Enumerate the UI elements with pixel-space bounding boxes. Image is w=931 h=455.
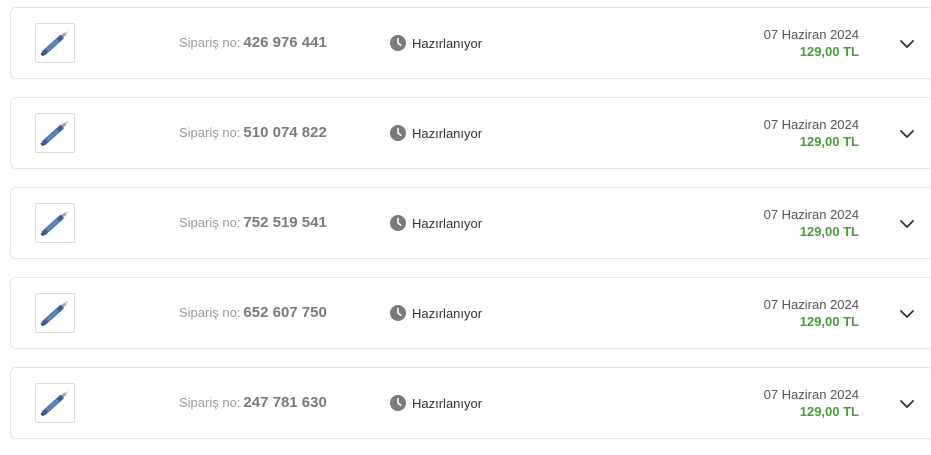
order-status: Hazırlanıyor	[390, 34, 482, 52]
order-number-label: Sipariş no:	[179, 215, 241, 230]
product-thumbnail[interactable]	[35, 113, 75, 153]
status-text: Hazırlanıyor	[412, 125, 483, 141]
status-text: Hazırlanıyor	[412, 215, 483, 231]
order-number-value: 510 074 822	[243, 124, 327, 141]
chevron-down-icon[interactable]	[898, 35, 916, 53]
order-date: 07 Haziran 2024	[763, 297, 859, 312]
clock-icon	[390, 395, 406, 411]
order-number: Sipariş no: 752 519 541	[179, 213, 327, 233]
status-text: Hazırlanıyor	[412, 395, 483, 411]
clock-icon	[390, 35, 406, 51]
chevron-down-icon[interactable]	[898, 215, 916, 233]
order-card[interactable]: Sipariş no: 752 519 541 Hazırlanıyor 07 H…	[10, 187, 931, 259]
order-price: 129,00 TL	[799, 44, 859, 59]
order-date: 07 Haziran 2024	[763, 207, 859, 222]
product-thumbnail[interactable]	[35, 383, 75, 423]
chevron-down-icon[interactable]	[898, 125, 916, 143]
order-status: Hazırlanıyor	[390, 394, 482, 412]
order-card[interactable]: Sipariş no: 247 781 630 Hazırlanıyor 07 H…	[10, 367, 931, 439]
order-price: 129,00 TL	[799, 224, 859, 239]
order-price: 129,00 TL	[799, 134, 859, 149]
order-card[interactable]: Sipariş no: 426 976 441 Hazırlanıyor 07 H…	[10, 7, 931, 79]
order-number-label: Sipariş no:	[179, 305, 241, 320]
product-thumbnail[interactable]	[35, 203, 75, 243]
order-number-value: 426 976 441	[243, 34, 327, 51]
clock-icon	[390, 305, 406, 321]
order-date-price: 07 Haziran 2024 129,00 TL	[764, 206, 859, 240]
order-number-value: 652 607 750	[243, 304, 327, 321]
order-number-label: Sipariş no:	[179, 35, 241, 50]
status-text: Hazırlanıyor	[412, 305, 483, 321]
order-date: 07 Haziran 2024	[763, 387, 859, 402]
order-date: 07 Haziran 2024	[763, 117, 859, 132]
order-status: Hazırlanıyor	[390, 214, 482, 232]
order-date: 07 Haziran 2024	[763, 27, 859, 42]
order-number-label: Sipariş no:	[179, 125, 241, 140]
product-thumbnail[interactable]	[35, 23, 75, 63]
order-status: Hazırlanıyor	[390, 124, 482, 142]
order-number-value: 247 781 630	[243, 394, 327, 411]
order-date-price: 07 Haziran 2024 129,00 TL	[764, 296, 859, 330]
order-number-value: 752 519 541	[243, 214, 327, 231]
order-price: 129,00 TL	[799, 314, 859, 329]
chevron-down-icon[interactable]	[898, 305, 916, 323]
order-card[interactable]: Sipariş no: 510 074 822 Hazırlanıyor 07 H…	[10, 97, 931, 169]
order-number: Sipariş no: 510 074 822	[179, 123, 327, 143]
order-date-price: 07 Haziran 2024 129,00 TL	[764, 26, 859, 60]
clock-icon	[390, 125, 406, 141]
order-number: Sipariş no: 247 781 630	[179, 393, 327, 413]
order-list: Sipariş no: 426 976 441 Hazırlanıyor 07 H…	[0, 0, 931, 455]
order-card[interactable]: Sipariş no: 652 607 750 Hazırlanıyor 07 H…	[10, 277, 931, 349]
order-number: Sipariş no: 426 976 441	[179, 33, 327, 53]
clock-icon	[390, 215, 406, 231]
order-date-price: 07 Haziran 2024 129,00 TL	[764, 386, 859, 420]
order-number: Sipariş no: 652 607 750	[179, 303, 327, 323]
product-thumbnail[interactable]	[35, 293, 75, 333]
order-status: Hazırlanıyor	[390, 304, 482, 322]
order-number-label: Sipariş no:	[179, 395, 241, 410]
order-date-price: 07 Haziran 2024 129,00 TL	[764, 116, 859, 150]
status-text: Hazırlanıyor	[412, 35, 483, 51]
chevron-down-icon[interactable]	[898, 395, 916, 413]
order-price: 129,00 TL	[799, 404, 859, 419]
